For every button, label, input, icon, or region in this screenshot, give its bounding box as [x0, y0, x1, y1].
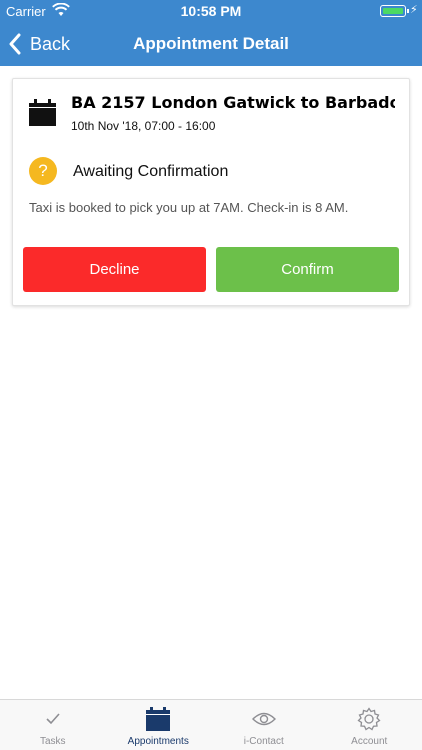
appointment-description: Taxi is booked to pick you up at 7AM. Ch…	[29, 200, 349, 215]
tab-label: Appointments	[127, 736, 189, 747]
tab-label: Account	[351, 736, 388, 747]
tab-account[interactable]: Account	[317, 700, 422, 750]
charging-icon: ⚡	[410, 4, 418, 16]
tab-appointments[interactable]: Appointments	[106, 700, 212, 750]
appointment-status: Awaiting Confirmation	[73, 163, 229, 180]
gear-icon	[357, 707, 381, 731]
back-label: Back	[30, 33, 71, 54]
calendar-icon	[146, 707, 171, 731]
back-button[interactable]: Back	[8, 30, 70, 58]
tab-label: i-Contact	[243, 736, 284, 747]
confirm-button[interactable]: Confirm	[216, 247, 399, 292]
checkmark-icon	[46, 713, 60, 725]
tab-i-contact[interactable]: i-Contact	[211, 700, 317, 750]
eye-icon	[251, 712, 276, 726]
tab-tasks[interactable]: Tasks	[0, 700, 106, 750]
appointment-title: BA 2157 London Gatwick to Barbados Booki…	[71, 93, 395, 112]
appointment-card: BA 2157 London Gatwick to Barbados Booki…	[12, 78, 410, 306]
battery-icon	[380, 5, 409, 17]
tab-bar: Tasks Appointments i-Contact Account	[0, 699, 422, 750]
decline-button[interactable]: Decline	[23, 247, 206, 292]
top-bar: Carrier 10:58 PM ⚡ Back Appointment Deta…	[0, 0, 422, 66]
appointment-datetime: 10th Nov '18, 07:00 - 16:00	[71, 119, 216, 133]
chevron-left-icon	[9, 33, 21, 55]
question-icon: ?	[29, 157, 57, 185]
navigation-bar: Back Appointment Detail	[0, 22, 422, 66]
status-bar: Carrier 10:58 PM ⚡	[0, 0, 422, 22]
clock: 10:58 PM	[180, 3, 242, 19]
calendar-icon	[29, 99, 56, 126]
tab-label: Tasks	[39, 736, 66, 747]
